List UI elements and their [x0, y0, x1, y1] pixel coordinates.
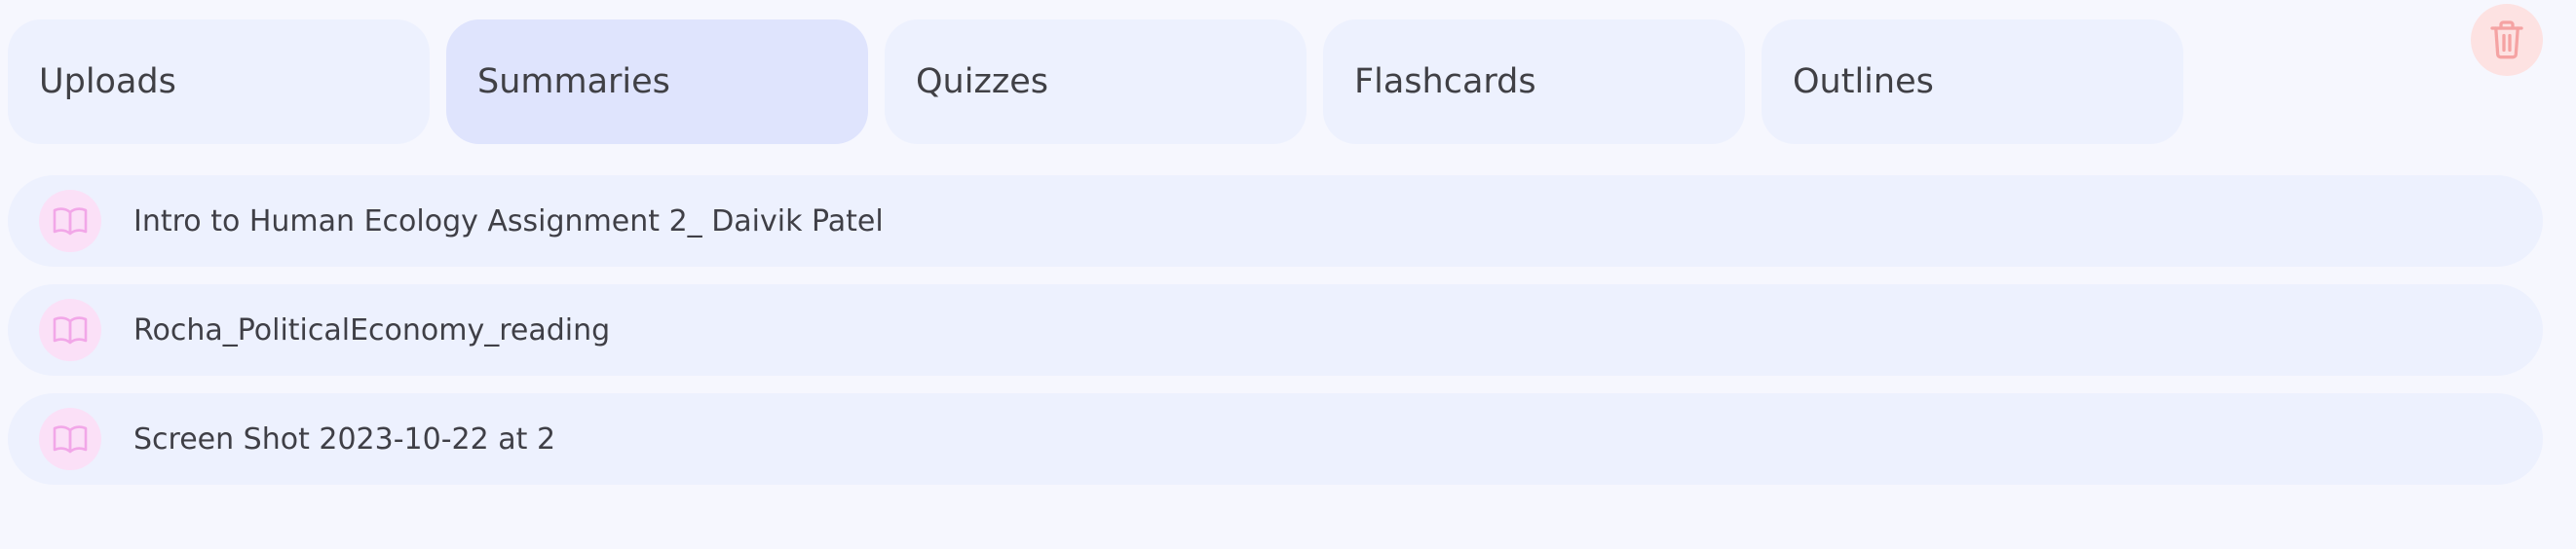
document-title: Screen Shot 2023-10-22 at 2: [133, 421, 556, 457]
content-type-tabs: Uploads Summaries Quizzes Flashcards Out…: [8, 19, 2183, 144]
delete-button[interactable]: [2471, 4, 2543, 76]
document-title: Rocha_PoliticalEconomy_reading: [133, 312, 611, 348]
document-title: Intro to Human Ecology Assignment 2_ Dai…: [133, 203, 884, 238]
list-item[interactable]: Intro to Human Ecology Assignment 2_ Dai…: [8, 175, 2543, 267]
tab-quizzes[interactable]: Quizzes: [885, 19, 1307, 144]
tab-summaries[interactable]: Summaries: [446, 19, 868, 144]
book-icon: [39, 190, 101, 252]
tab-outlines[interactable]: Outlines: [1762, 19, 2183, 144]
document-list: Intro to Human Ecology Assignment 2_ Dai…: [8, 175, 2543, 502]
book-icon: [39, 299, 101, 361]
list-item[interactable]: Rocha_PoliticalEconomy_reading: [8, 284, 2543, 376]
tab-uploads[interactable]: Uploads: [8, 19, 430, 144]
tab-flashcards[interactable]: Flashcards: [1323, 19, 1745, 144]
book-icon: [39, 408, 101, 470]
trash-icon: [2490, 20, 2523, 59]
list-item[interactable]: Screen Shot 2023-10-22 at 2: [8, 393, 2543, 485]
